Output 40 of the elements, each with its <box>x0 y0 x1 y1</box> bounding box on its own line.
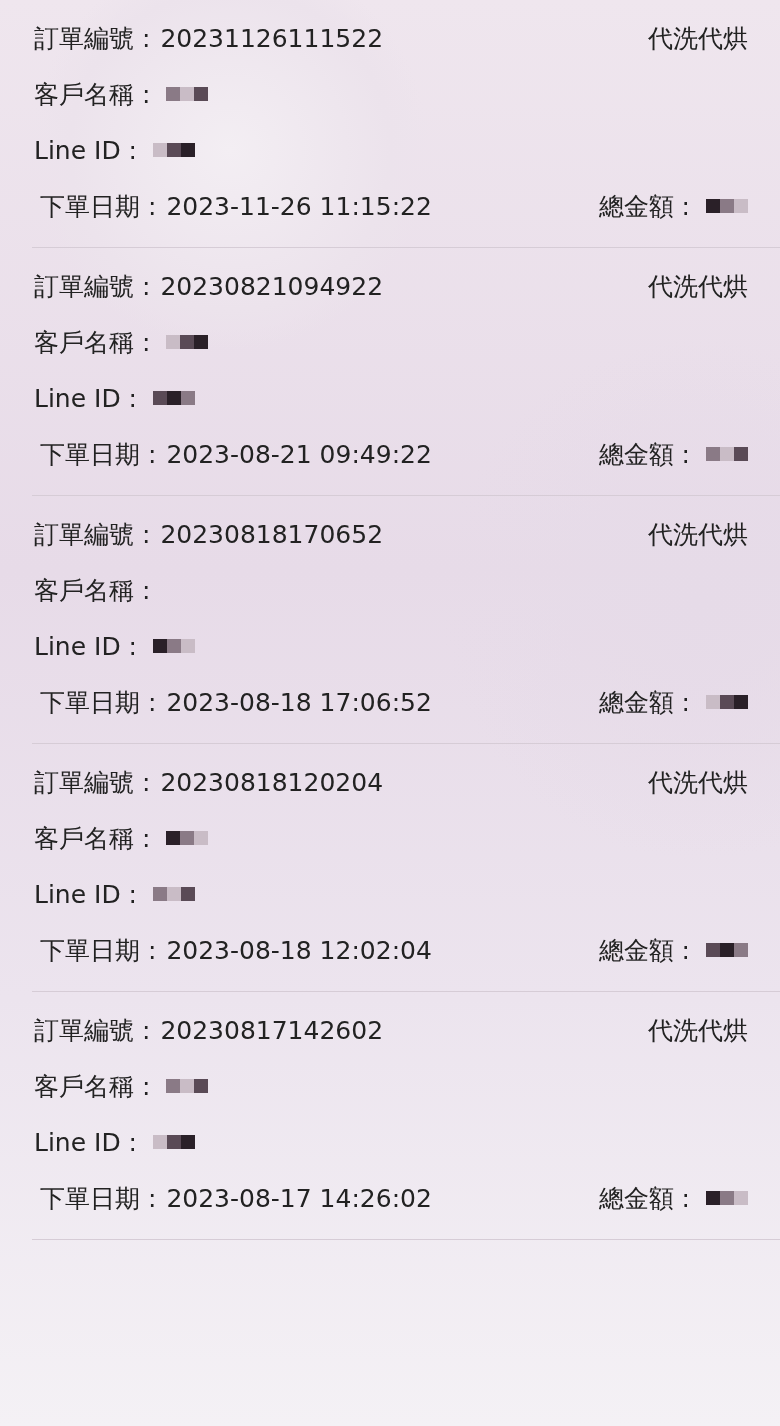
field-label: 訂單編號 : <box>34 1014 151 1047</box>
field-label: Line ID : <box>34 1127 138 1157</box>
field-label: 訂單編號 : <box>34 22 151 55</box>
service-type: 代洗代烘 <box>648 766 748 799</box>
field-label: 下單日期 : <box>40 1182 157 1215</box>
field-label: Line ID : <box>34 135 138 165</box>
field-label: 下單日期 : <box>40 934 157 967</box>
field-label: Line ID : <box>34 631 138 661</box>
field-value: 20230818120204 <box>160 767 384 797</box>
field-label: 下單日期 : <box>40 190 157 223</box>
service-type: 代洗代烘 <box>648 1014 748 1047</box>
field-value: 2023-08-18 17:06:52 <box>166 687 432 717</box>
field-label: 訂單編號 : <box>34 518 151 551</box>
field-label: 客戶名稱 : <box>34 326 151 359</box>
field-label: 總金額 : <box>598 934 690 967</box>
field-label: Line ID : <box>34 383 138 413</box>
field-label: 客戶名稱 : <box>34 78 151 111</box>
service-type: 代洗代烘 <box>648 22 748 55</box>
field-label: 下單日期 : <box>40 686 157 719</box>
field-value: 2023-11-26 11:15:22 <box>166 191 432 221</box>
service-type: 代洗代烘 <box>648 518 748 551</box>
field-value: 2023-08-18 12:02:04 <box>166 935 432 965</box>
field-label: 客戶名稱 : <box>34 574 151 607</box>
field-value: 20230817142602 <box>160 1015 384 1045</box>
field-label: 客戶名稱 : <box>34 822 151 855</box>
field-label: 總金額 : <box>598 190 690 223</box>
field-label: 訂單編號 : <box>34 270 151 303</box>
field-label: 下單日期 : <box>40 438 157 471</box>
field-label: 訂單編號 : <box>34 766 151 799</box>
field-label: Line ID : <box>34 879 138 909</box>
field-value: 20231126111522 <box>160 23 384 53</box>
field-label: 總金額 : <box>598 686 690 719</box>
field-value: 2023-08-17 14:26:02 <box>166 1183 432 1213</box>
field-label: 總金額 : <box>598 1182 690 1215</box>
field-value: 20230818170652 <box>160 519 384 549</box>
field-value: 2023-08-21 09:49:22 <box>166 439 432 469</box>
field-label: 客戶名稱 : <box>34 1070 151 1103</box>
field-label: 總金額 : <box>598 438 690 471</box>
field-value: 20230821094922 <box>160 271 384 301</box>
service-type: 代洗代烘 <box>648 270 748 303</box>
